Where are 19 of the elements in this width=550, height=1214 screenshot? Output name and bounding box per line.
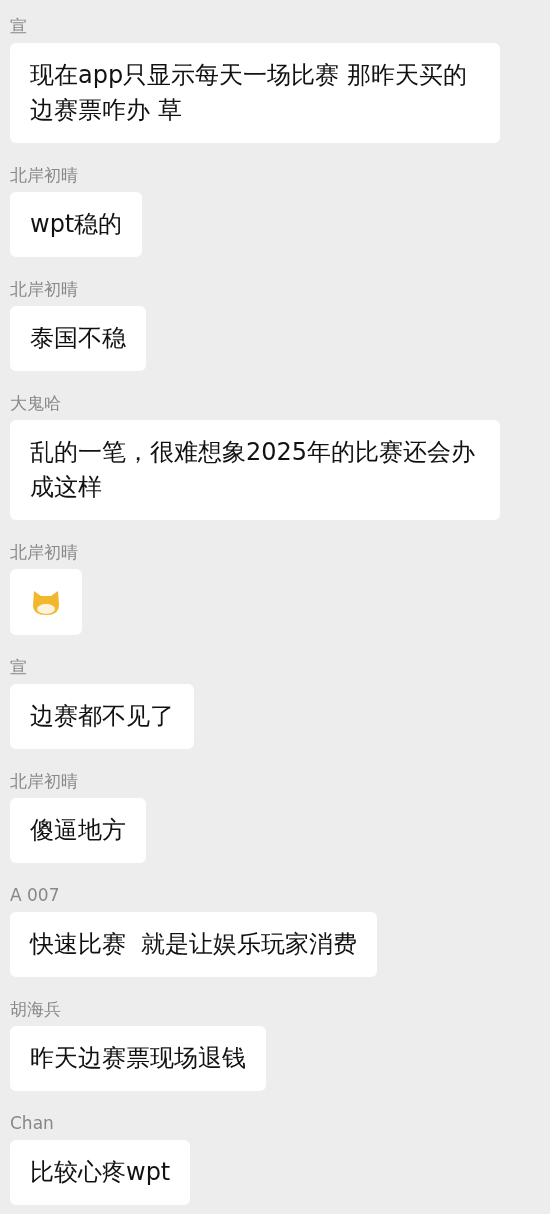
sender-name: 大鬼哈 [10,392,61,415]
message-bubble: wpt稳的 [10,192,143,257]
message-bubble: 快速比赛 就是让娱乐玩家消费 [10,912,378,977]
message-bubble: 泰国不稳 [10,306,146,371]
sender-name: 宣 [10,656,27,679]
sender-name: 北岸初晴 [10,164,78,187]
message-bubble: 比较心疼wpt [10,1140,191,1205]
sender-name: 北岸初晴 [10,541,78,564]
message-bubble: 边赛都不见了 [10,684,194,749]
message-bubble: 傻逼地方 [10,798,146,863]
message-bubble: 乱的一笔，很难想象2025年的比赛还会办成这样 [10,420,500,520]
sender-name: 北岸初晴 [10,770,78,793]
sender-name: A 007 [10,884,60,907]
sender-name: 北岸初晴 [10,278,78,301]
message-bubble: 现在app只显示每天一场比赛 那昨天买的边赛票咋办 草 [10,43,500,143]
message-bubble: 昨天边赛票现场退钱 [10,1026,266,1091]
sender-name: Chan [10,1112,54,1135]
sender-name: 胡海兵 [10,998,61,1021]
sender-name: 宣 [10,15,27,38]
